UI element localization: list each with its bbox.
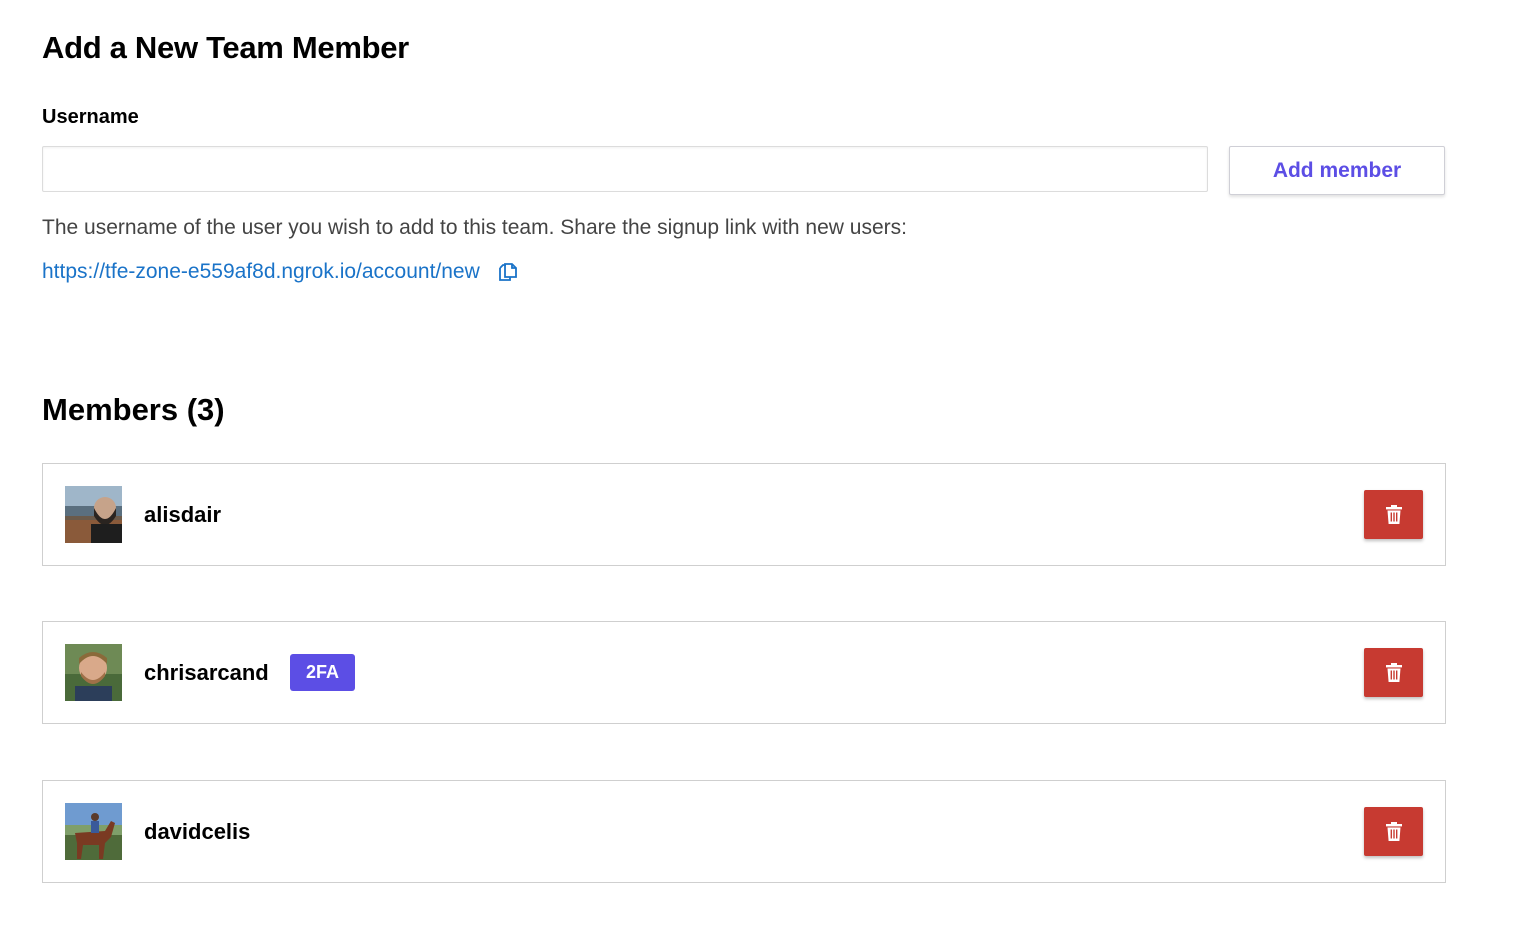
username-label: Username xyxy=(42,106,139,128)
add-member-button[interactable]: Add member xyxy=(1229,146,1445,195)
member-row: alisdair xyxy=(42,463,1446,566)
username-help-text: The username of the user you wish to add… xyxy=(42,216,907,239)
signup-link-row: https://tfe-zone-e559af8d.ngrok.io/accou… xyxy=(42,260,520,284)
add-member-title: Add a New Team Member xyxy=(42,30,409,65)
members-title: Members (3) xyxy=(42,392,225,427)
delete-member-button[interactable] xyxy=(1364,490,1423,539)
member-username: davidcelis xyxy=(144,819,251,844)
delete-member-button[interactable] xyxy=(1364,648,1423,697)
copy-icon[interactable] xyxy=(496,260,520,284)
trash-icon xyxy=(1385,505,1402,524)
member-username: chrisarcand xyxy=(144,660,269,685)
avatar xyxy=(65,644,122,701)
avatar xyxy=(65,803,122,860)
username-input[interactable] xyxy=(42,146,1208,192)
avatar xyxy=(65,486,122,543)
member-row: davidcelis xyxy=(42,780,1446,883)
member-username: alisdair xyxy=(144,502,222,527)
delete-member-button[interactable] xyxy=(1364,807,1423,856)
2fa-badge: 2FA xyxy=(290,654,355,691)
member-row: chrisarcand 2FA xyxy=(42,621,1446,724)
trash-icon xyxy=(1385,663,1402,682)
trash-icon xyxy=(1385,822,1402,841)
signup-link[interactable]: https://tfe-zone-e559af8d.ngrok.io/accou… xyxy=(42,260,480,284)
